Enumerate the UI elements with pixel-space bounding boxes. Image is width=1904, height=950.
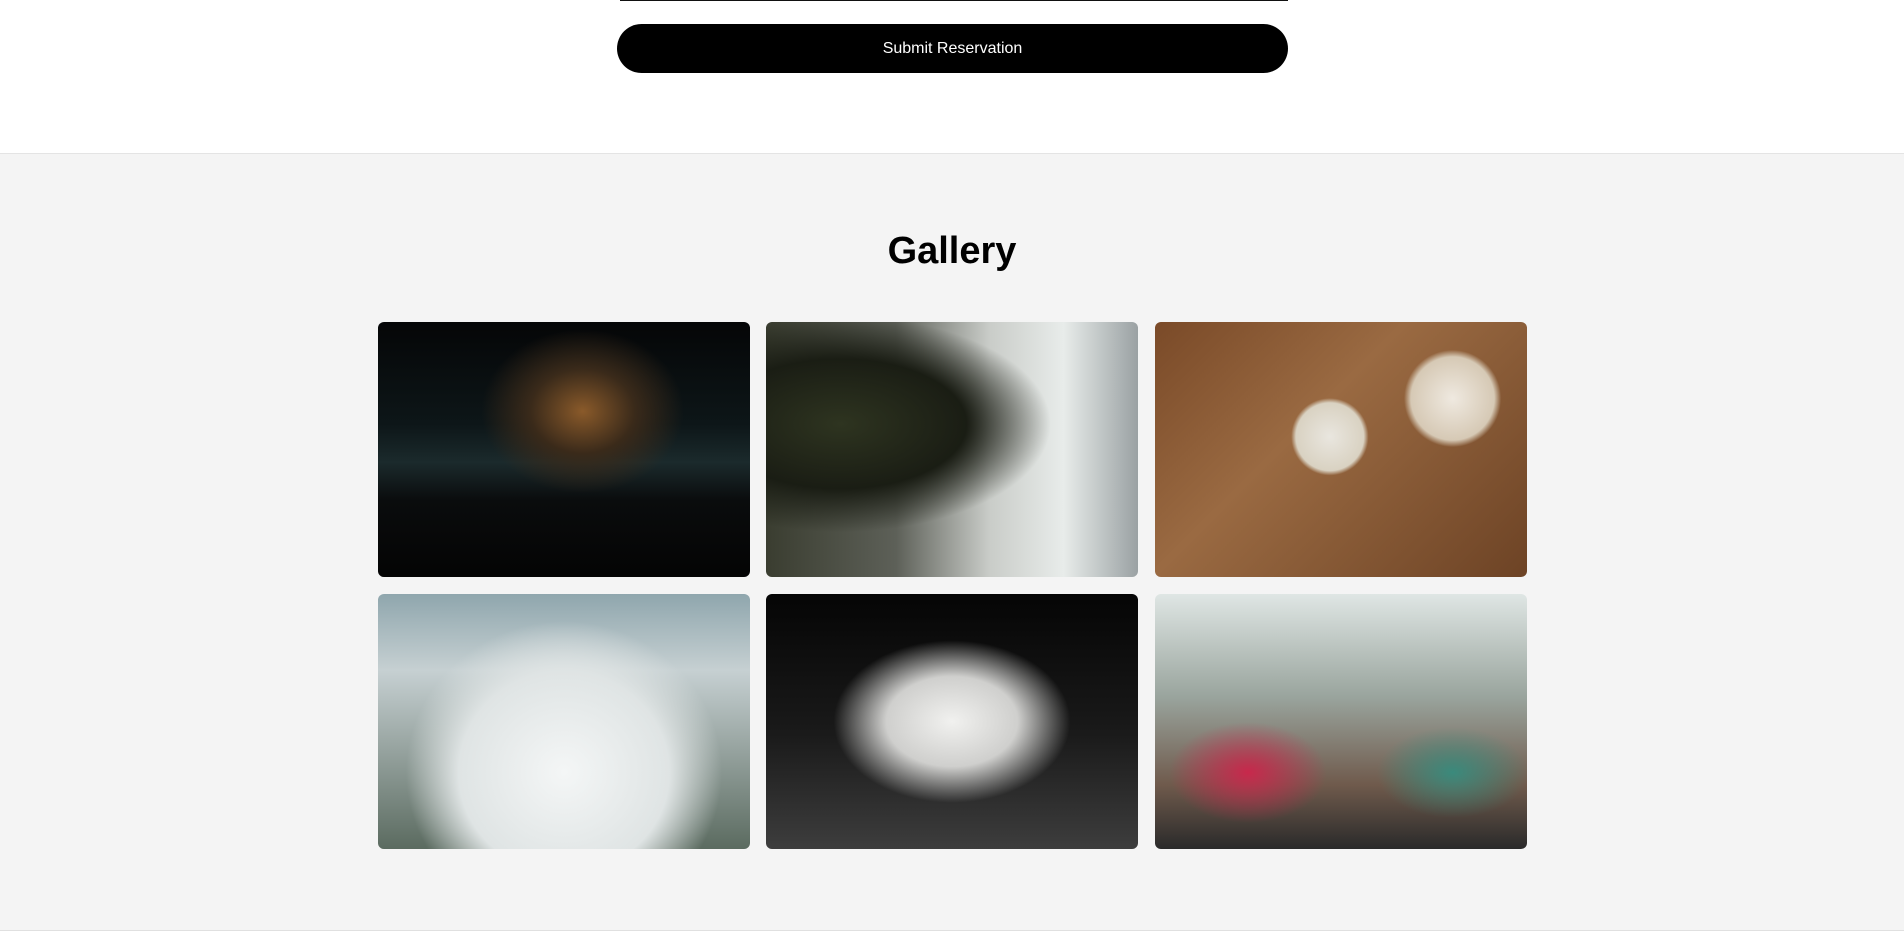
submit-reservation-button[interactable]: Submit Reservation	[617, 24, 1288, 73]
gallery-image-sauce-pour[interactable]	[766, 594, 1138, 849]
reservation-form-section: Submit Reservation	[0, 0, 1904, 154]
gallery-title: Gallery	[887, 230, 1017, 272]
gallery-section: Gallery	[0, 154, 1904, 931]
gallery-image-dining-room[interactable]	[766, 322, 1138, 577]
gallery-image-shared-dishes[interactable]	[1155, 322, 1527, 577]
form-field-underline	[620, 0, 1288, 1]
gallery-image-kitchen[interactable]	[378, 322, 750, 577]
gallery-image-friends-toasting[interactable]	[1155, 594, 1527, 849]
gallery-image-plated-dessert[interactable]	[378, 594, 750, 849]
